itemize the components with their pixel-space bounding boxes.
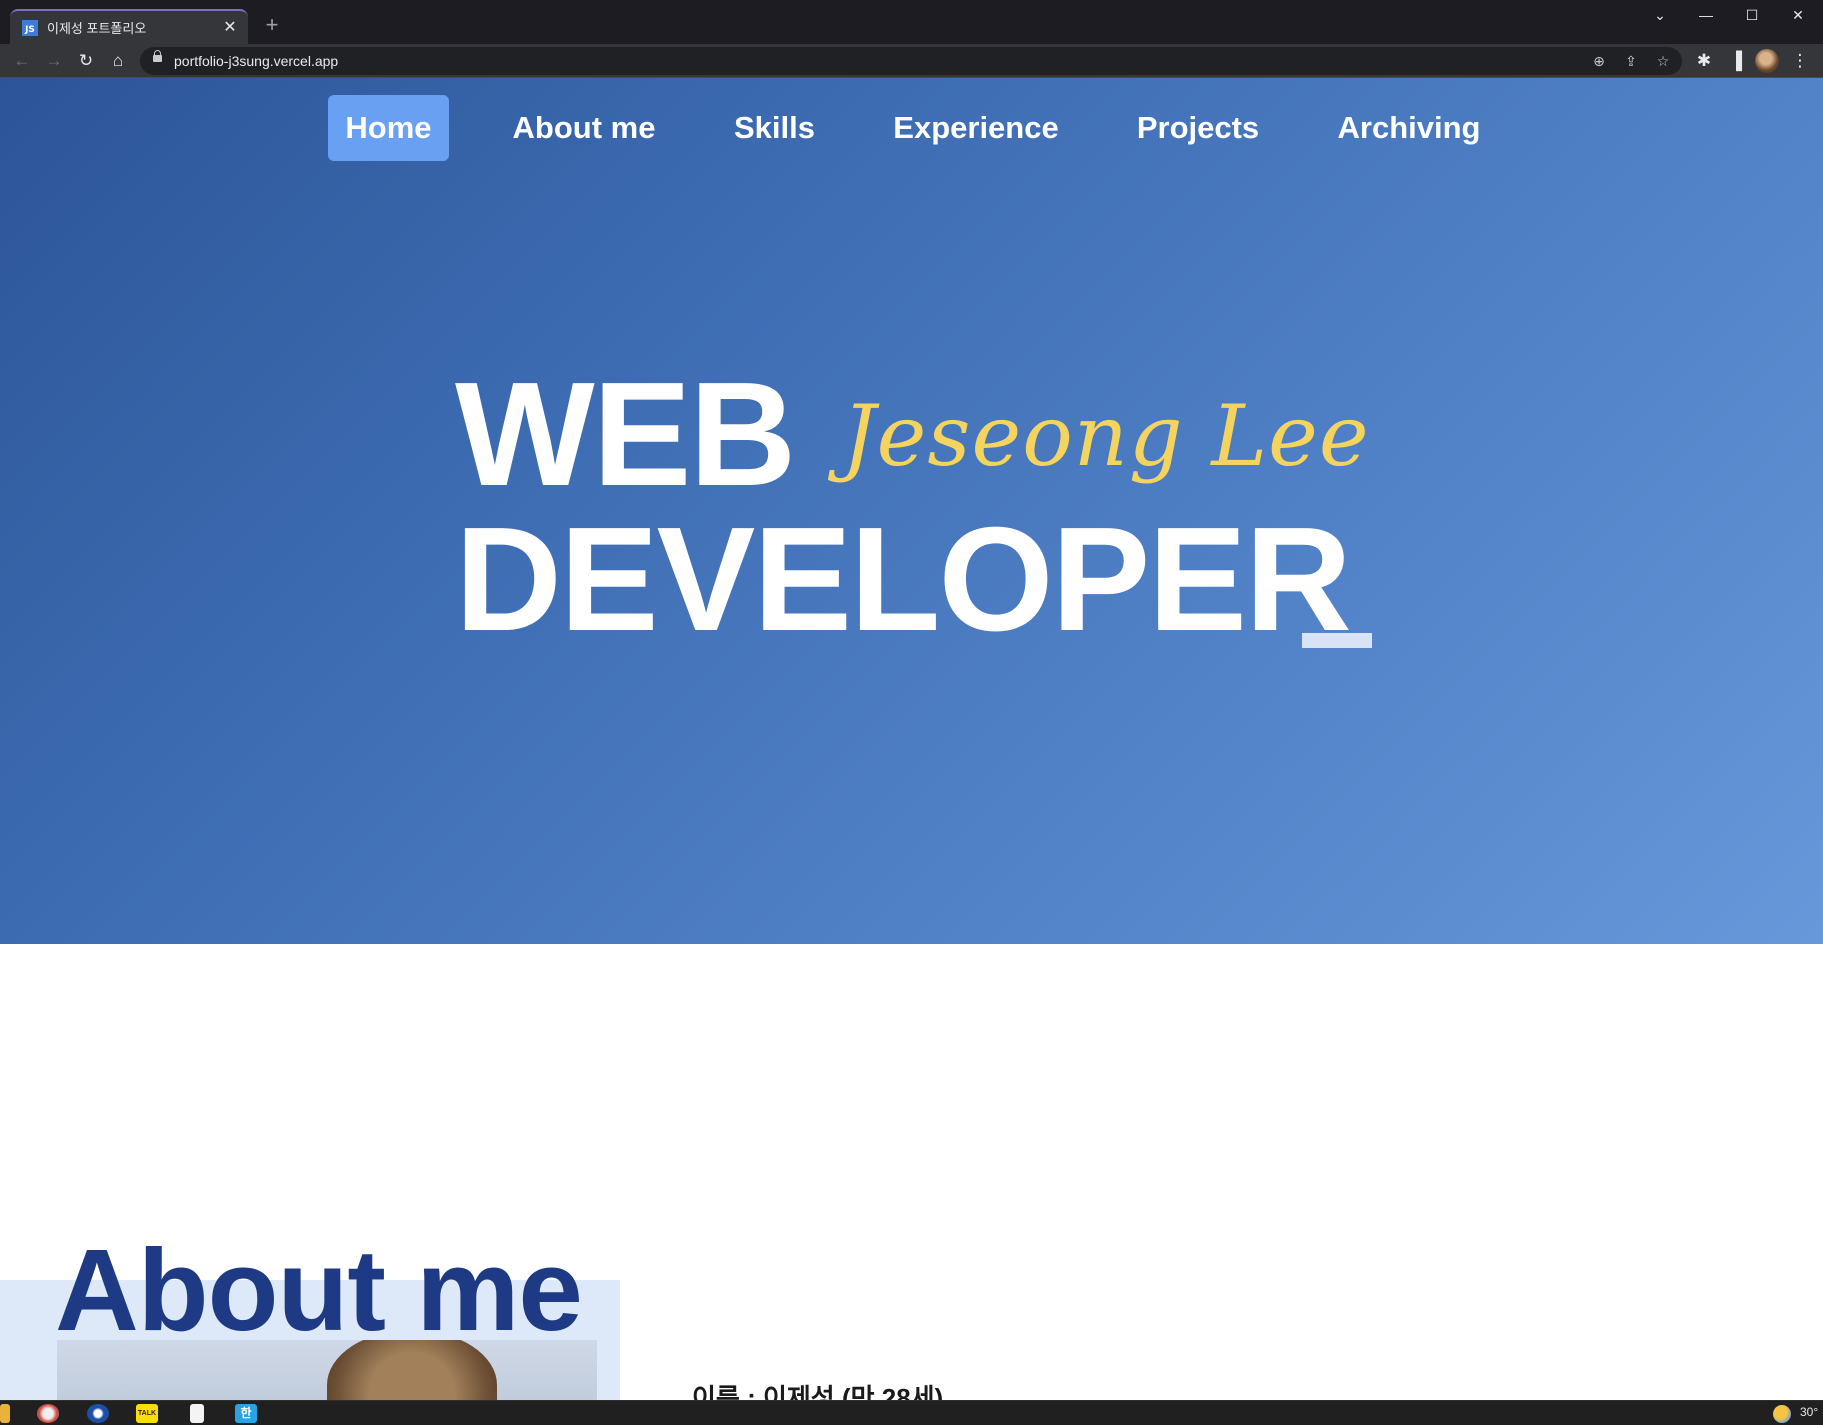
profile-photo	[57, 1340, 597, 1400]
weather-icon[interactable]	[1773, 1405, 1791, 1423]
forward-icon[interactable]: →	[41, 48, 67, 74]
nav-experience[interactable]: Experience	[880, 95, 1072, 161]
extensions-icon[interactable]: ✱	[1691, 48, 1717, 74]
hero-section: Home About me Skills Experience Projects…	[0, 78, 1823, 944]
share-icon[interactable]: ⇪	[1619, 49, 1643, 73]
weather-temperature[interactable]: 30°	[1800, 1405, 1818, 1419]
hero-title-line2: DEVELOPER	[455, 497, 1352, 662]
profile-avatar[interactable]	[1755, 49, 1779, 73]
tab-search-icon[interactable]: ⌄	[1637, 0, 1683, 30]
menu-icon[interactable]: ⋮	[1787, 48, 1813, 74]
zoom-icon[interactable]: ⊕	[1587, 49, 1611, 73]
nav-home[interactable]: Home	[328, 95, 449, 161]
lock-icon[interactable]	[153, 50, 162, 66]
close-window-button[interactable]: ✕	[1775, 0, 1821, 30]
taskbar-paint-icon[interactable]	[37, 1404, 59, 1423]
os-taskbar: TALK 한 30°	[0, 1400, 1823, 1425]
address-bar[interactable]: portfolio-j3sung.vercel.app ⊕ ⇪ ☆	[140, 47, 1682, 75]
taskbar-kakaotalk-icon[interactable]: TALK	[136, 1404, 158, 1423]
profile-name-text: 이름 : 이제성 (만 28세)	[692, 1383, 944, 1400]
bookmark-star-icon[interactable]: ☆	[1651, 49, 1675, 73]
nav-archiving[interactable]: Archiving	[1326, 95, 1492, 161]
side-panel-icon[interactable]: ▐	[1723, 48, 1749, 74]
nav-projects[interactable]: Projects	[1125, 95, 1271, 161]
taskbar-app-icon[interactable]	[0, 1404, 10, 1423]
nav-skills[interactable]: Skills	[722, 95, 827, 161]
minimize-button[interactable]: —	[1683, 0, 1729, 30]
url-text[interactable]: portfolio-j3sung.vercel.app	[174, 47, 338, 75]
profile-photo-hair	[327, 1340, 497, 1400]
page-viewport: Home About me Skills Experience Projects…	[0, 78, 1823, 1400]
hero-signature-name: Jeseong Lee	[842, 387, 1370, 485]
home-icon[interactable]: ⌂	[105, 48, 131, 74]
taskbar-notepad-icon[interactable]	[190, 1404, 204, 1423]
main-nav: Home About me Skills Experience Projects…	[0, 95, 1823, 161]
about-section-title: About me	[55, 1225, 583, 1355]
taskbar-clock-app-icon[interactable]	[87, 1404, 109, 1423]
browser-tab[interactable]: JS 이제성 포트폴리오 ✕	[10, 9, 248, 44]
maximize-button[interactable]: ☐	[1729, 0, 1775, 30]
new-tab-button[interactable]: +	[262, 13, 282, 37]
typing-cursor	[1302, 633, 1372, 648]
tab-close-icon[interactable]: ✕	[220, 18, 240, 38]
taskbar-hangul-icon[interactable]: 한	[235, 1404, 257, 1423]
browser-tabstrip: JS 이제성 포트폴리오 ✕ + ⌄ — ☐ ✕	[0, 0, 1823, 44]
back-icon[interactable]: ←	[9, 48, 35, 74]
nav-about-me[interactable]: About me	[500, 95, 668, 161]
tab-favicon-icon: JS	[22, 19, 38, 36]
browser-toolbar: ← → ↻ ⌂ portfolio-j3sung.vercel.app ⊕ ⇪ …	[0, 44, 1823, 78]
reload-icon[interactable]: ↻	[73, 48, 99, 74]
hero-title-line1: WEB	[455, 352, 796, 517]
tab-title: 이제성 포트폴리오	[47, 21, 147, 36]
